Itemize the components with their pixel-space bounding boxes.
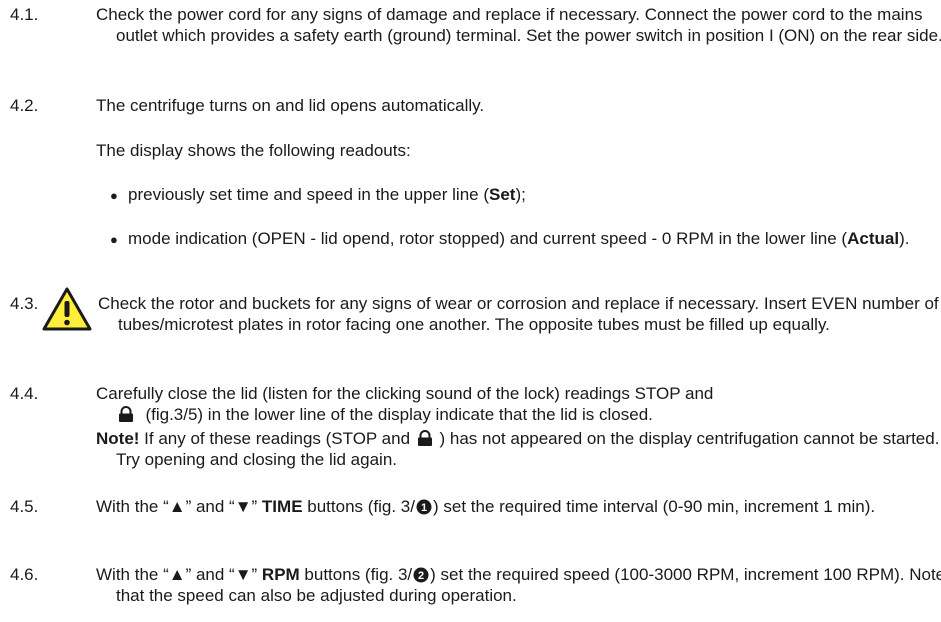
display-intro: The display shows the following readouts… [96,141,411,160]
bullet-dot: ● [110,232,118,247]
section-number-4-5: 4.5. [10,497,39,516]
section-number-4-4: 4.4. [10,384,39,403]
svg-text:1: 1 [421,502,427,514]
section-number-4-6: 4.6. [10,565,39,584]
warning-triangle-icon [42,287,92,331]
section-text-4-3: Check the rotor and buckets for any sign… [98,294,939,334]
padlock-icon [417,430,432,446]
section-text-4-5: With the “▲” and “▼” TIME buttons (fig. … [96,497,876,516]
section-number-4-2: 4.2. [10,96,39,115]
section-number-4-3: 4.3. [10,294,39,313]
padlock-icon [119,406,133,422]
section-number-4-1: 4.1. [10,5,39,24]
section-text-4-1: Check the power cord for any signs of da… [96,5,941,45]
bullet-set: ● previously set time and speed in the up… [110,185,526,204]
note-paragraph: Note! If any of these readings (STOP and… [96,429,940,469]
bullet-actual: ● mode indication (OPEN - lid opend, roto… [110,229,910,248]
section-text-4-6: With the “▲” and “▼” RPM buttons (fig. 3… [96,565,941,605]
bullet-dot: ● [110,188,118,203]
svg-text:2: 2 [418,570,424,582]
section-text-4-2: The centrifuge turns on and lid opens au… [96,96,485,115]
circled-1-icon: 1 [416,499,432,515]
section-text-4-4: Carefully close the lid (listen for the … [96,384,714,424]
circled-2-icon: 2 [413,567,429,583]
